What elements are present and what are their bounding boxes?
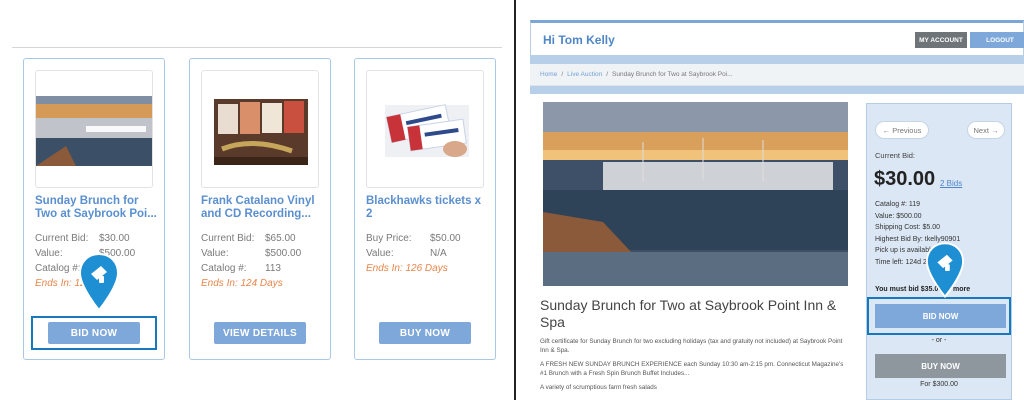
ends-in-text: Ends In: 124 Days (201, 278, 283, 289)
bid-now-highlight-box (31, 316, 157, 350)
marina-photo (36, 96, 152, 166)
detail-row: Value: $500.00 (201, 246, 325, 261)
breadcrumb: Home / Live Auction / Sunday Brunch for … (530, 64, 1024, 86)
info-line: Shipping Cost: $5.00 (875, 224, 940, 231)
next-button[interactable]: Next → (967, 121, 1005, 139)
marina-photo (543, 102, 848, 286)
breadcrumb-live-auction[interactable]: Live Auction (567, 71, 602, 78)
previous-button[interactable]: ← Previous (875, 121, 929, 139)
item-description: Gift certificate for Sunday Brunch for t… (540, 337, 852, 397)
detail-label: Buy Price: (366, 233, 412, 244)
detail-value: $50.00 (430, 233, 461, 244)
detail-label: Current Bid: (35, 233, 89, 244)
detail-row: Buy Price: $50.00 (366, 231, 490, 246)
bid-now-highlight-box (867, 297, 1011, 335)
item-main-image (543, 102, 848, 286)
item-details: Current Bid: $65.00 Value: $500.00 Catalog… (201, 231, 325, 291)
description-paragraph: Gift certificate for Sunday Brunch for t… (540, 338, 843, 354)
screenshot-root: Sunday Brunch for Two at Saybrook Poi...… (0, 0, 1024, 400)
breadcrumb-band (530, 86, 1024, 94)
auction-card-frank-catalano[interactable]: Frank Catalano Vinyl and CD Recording...… (189, 58, 331, 360)
item-title: Sunday Brunch for Two at Saybrook Point … (540, 297, 837, 330)
item-title[interactable]: Sunday Brunch for Two at Saybrook Poi... (35, 195, 159, 221)
tickets-photo (385, 104, 469, 157)
account-header: Hi Tom Kelly MY ACCOUNT LOGOUT (530, 20, 1024, 56)
listing-divider (12, 47, 502, 48)
header-band (530, 56, 1024, 64)
detail-row: Catalog #: 113 (201, 261, 325, 276)
item-title[interactable]: Blackhawks tickets x 2 (366, 195, 490, 221)
detail-label: Current Bid: (201, 233, 255, 244)
buy-now-button[interactable]: BUY NOW (379, 322, 471, 344)
my-account-button[interactable]: MY ACCOUNT (915, 32, 967, 48)
detail-value: 113 (265, 263, 281, 274)
breadcrumb-home[interactable]: Home (540, 71, 557, 78)
item-detail-panel: Hi Tom Kelly MY ACCOUNT LOGOUT Home / Li… (516, 0, 1024, 400)
detail-label: Value: (201, 248, 229, 259)
or-separator: - or - (931, 337, 947, 344)
current-bid-label: Current Bid: (875, 151, 916, 160)
breadcrumb-separator: / (561, 71, 564, 78)
detail-value: $500.00 (265, 248, 302, 259)
auction-card-blackhawks-tickets[interactable]: Blackhawks tickets x 2 Buy Price: $50.00 … (354, 58, 496, 360)
detail-value: $65.00 (265, 233, 296, 244)
greeting-text: Hi Tom Kelly (543, 33, 615, 47)
item-thumbnail[interactable] (35, 70, 153, 188)
detail-row: Value: N/A (366, 246, 490, 261)
current-bid-value: $30.00 (874, 168, 936, 190)
bids-link[interactable]: 2 Bids (940, 179, 962, 188)
logout-button[interactable]: LOGOUT (970, 32, 1024, 48)
breadcrumb-separator: / (606, 71, 609, 78)
view-details-button[interactable]: VIEW DETAILS (214, 322, 306, 344)
tap-pointer-icon (78, 252, 120, 312)
info-line: Catalog #: 119 (875, 201, 921, 208)
item-details: Buy Price: $50.00 Value: N/A Ends In: 126 … (366, 231, 490, 276)
ends-in-text: Ends In: 126 Days (366, 263, 448, 274)
detail-label: Catalog #: (201, 263, 247, 274)
tap-pointer-icon (925, 242, 965, 299)
description-paragraph: A FRESH NEW SUNDAY BRUNCH EXPERIENCE eac… (540, 361, 844, 377)
breadcrumb-current: Sunday Brunch for Two at Saybrook Poi... (612, 71, 733, 78)
detail-row: Current Bid: $65.00 (201, 231, 325, 246)
auction-listing-panel: Sunday Brunch for Two at Saybrook Poi...… (0, 0, 514, 400)
description-paragraph: A variety of scrumptious farm fresh sala… (540, 384, 657, 391)
item-thumbnail[interactable] (201, 70, 319, 188)
item-thumbnail[interactable] (366, 70, 484, 188)
info-line: Value: $500.00 (875, 212, 922, 220)
item-title[interactable]: Frank Catalano Vinyl and CD Recording... (201, 195, 325, 221)
vinyl-records-photo (214, 99, 308, 165)
buy-now-button[interactable]: BUY NOW (875, 354, 1006, 378)
detail-value: N/A (430, 248, 447, 259)
detail-row: Current Bid: $30.00 (35, 231, 159, 246)
detail-label: Value: (366, 248, 394, 259)
auction-card-sunday-brunch[interactable]: Sunday Brunch for Two at Saybrook Poi...… (23, 58, 165, 360)
detail-value: $30.00 (99, 233, 130, 244)
buy-now-price: For $300.00 (920, 381, 958, 388)
